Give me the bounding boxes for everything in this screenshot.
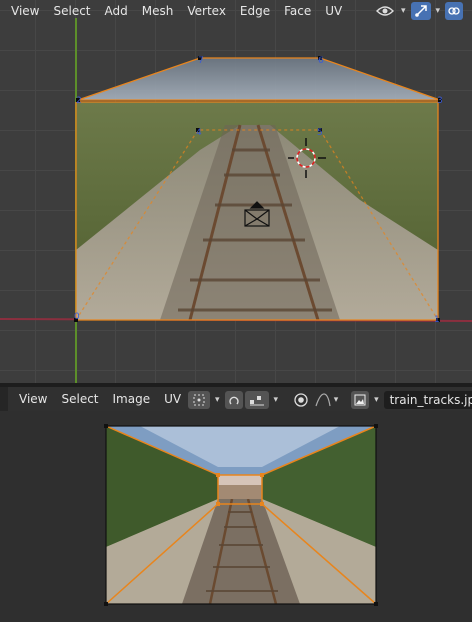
gizmo-arrows-icon[interactable] [410, 2, 431, 20]
menu-uv[interactable]: UV [318, 0, 349, 22]
gizmo-dropdown-chevron-icon[interactable]: ▾ [433, 6, 444, 16]
uv-sync-icon[interactable] [224, 391, 243, 409]
snap-dropdown-chevron-icon[interactable]: ▾ [271, 395, 282, 405]
vertex-label-1: 1 [434, 315, 440, 325]
menu-view[interactable]: View [4, 0, 46, 22]
image-dropdown-chevron-icon[interactable]: ▾ [371, 395, 382, 405]
uv-image [106, 426, 376, 605]
uv-menu-image[interactable]: Image [106, 387, 158, 411]
image-name-field[interactable]: train_tracks.jpg [383, 391, 472, 409]
uv-menu-select[interactable]: Select [54, 387, 105, 411]
uv-menu-uv[interactable]: UV [157, 387, 188, 411]
pivot-dropdown-chevron-icon[interactable]: ▾ [212, 395, 223, 405]
falloff-curve-icon[interactable]: ▾ [313, 391, 339, 409]
viewport-right-tools: ▾ ▾ [374, 0, 464, 22]
viewport-canvas[interactable]: 0 1 2 3 4 5 6 7 [0, 0, 472, 383]
vertex-label-6: 6 [318, 56, 324, 66]
image-icon[interactable] [351, 391, 370, 409]
visibility-dropdown-chevron-icon[interactable]: ▾ [398, 6, 409, 16]
menu-select[interactable]: Select [46, 0, 97, 22]
menu-face[interactable]: Face [277, 0, 318, 22]
eye-icon[interactable] [374, 2, 396, 20]
uv-header-tools: ▾ ▾ ▾ ▾ train_tracks.jpg [188, 389, 472, 411]
uv-menu-view[interactable]: View [12, 387, 54, 411]
vertex-label-0: 0 [74, 312, 80, 322]
overlay-icon[interactable] [445, 2, 464, 20]
menu-edge[interactable]: Edge [233, 0, 277, 22]
menu-mesh[interactable]: Mesh [135, 0, 181, 22]
snap-icon[interactable] [244, 391, 269, 409]
vertex-label-4: 4 [196, 128, 202, 138]
pivot-icon[interactable] [188, 391, 210, 409]
vertex-label-3: 3 [437, 96, 443, 106]
proportional-edit-icon[interactable] [291, 391, 311, 409]
mesh-face-main[interactable] [76, 102, 438, 321]
uv-canvas[interactable] [0, 387, 472, 622]
vertex-label-5: 5 [317, 128, 323, 138]
vertex-label-7: 7 [198, 56, 204, 66]
uv-editor[interactable]: View Select Image UV ▾ ▾ ▾ ▾ train_track… [0, 387, 472, 622]
vertex-label-2: 2 [76, 96, 82, 106]
mesh-face-top[interactable] [78, 58, 440, 100]
3d-viewport[interactable]: 0 1 2 3 4 5 6 7 View Select Add Mesh Ver… [0, 0, 472, 383]
menu-add[interactable]: Add [98, 0, 135, 22]
menu-vertex[interactable]: Vertex [180, 0, 233, 22]
